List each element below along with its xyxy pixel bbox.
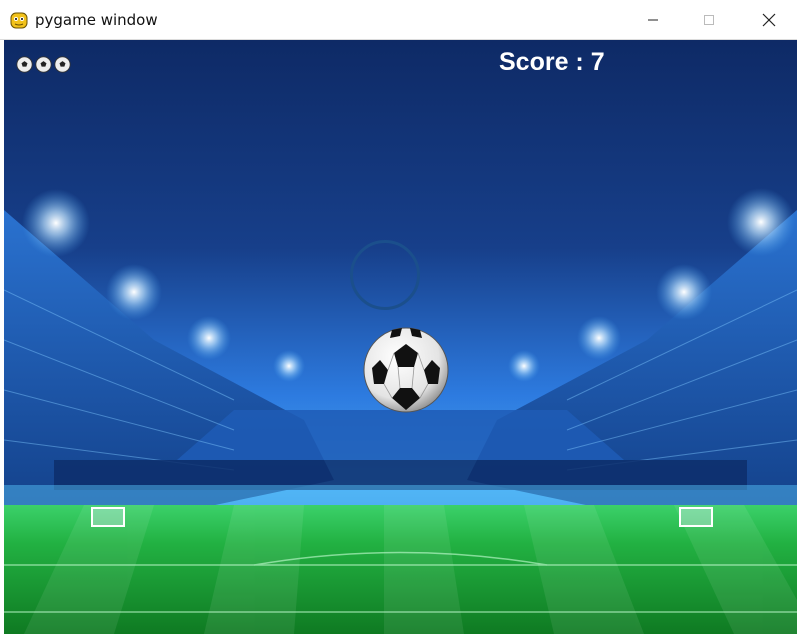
- pygame-snake-icon: [10, 12, 28, 29]
- close-button[interactable]: [746, 0, 792, 40]
- pygame-window: pygame window Score: 7: [0, 0, 797, 634]
- soccer-ball-icon: [16, 56, 33, 73]
- title-bar[interactable]: pygame window: [0, 0, 797, 40]
- ring-target: [350, 240, 420, 310]
- close-icon: [762, 13, 776, 27]
- game-canvas[interactable]: Score : 7: [4, 40, 797, 634]
- right-goal: [679, 507, 713, 527]
- soccer-ball[interactable]: [362, 326, 450, 414]
- maximize-button[interactable]: [686, 0, 732, 40]
- score-display: Score : 7: [499, 48, 605, 76]
- minimize-icon: [648, 19, 658, 21]
- lives-indicator: [16, 56, 71, 73]
- soccer-ball-icon: [54, 56, 71, 73]
- left-goal: [91, 507, 125, 527]
- window-title: pygame window: [35, 11, 158, 29]
- maximize-icon: [704, 15, 714, 25]
- minimize-button[interactable]: [630, 0, 676, 40]
- soccer-ball-icon: [35, 56, 52, 73]
